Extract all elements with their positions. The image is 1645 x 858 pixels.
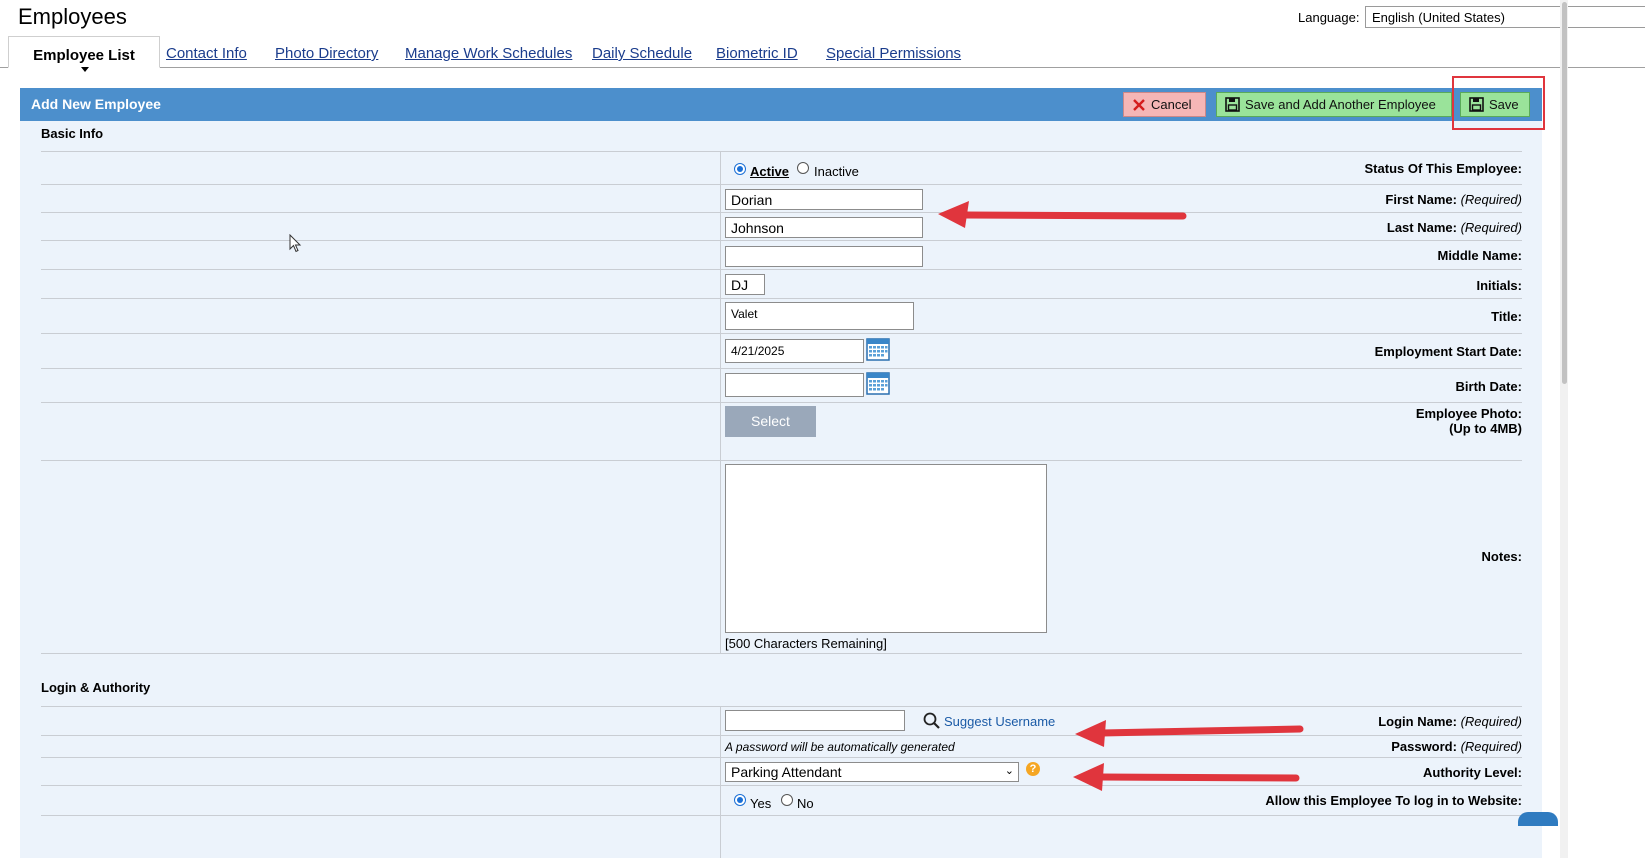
title-label: Title:: [1491, 309, 1522, 324]
calendar-icon[interactable]: [866, 337, 890, 361]
red-arrow-annotation: [1073, 763, 1300, 791]
middle-name-input[interactable]: [725, 246, 923, 267]
status-label: Status Of This Employee:: [1364, 161, 1522, 176]
tab-photo-directory[interactable]: Photo Directory: [275, 45, 378, 62]
login-name-input[interactable]: [725, 710, 905, 731]
authority-level-select[interactable]: Parking Attendant ⌄: [725, 762, 1019, 782]
birth-date-input[interactable]: [725, 373, 864, 397]
photo-label: Employee Photo:: [1415, 406, 1522, 421]
suggest-username-link[interactable]: Suggest Username: [944, 714, 1055, 729]
floppy-disk-icon: [1225, 97, 1240, 112]
first-name-input[interactable]: Dorian: [725, 189, 923, 210]
caret-down-icon: [81, 67, 89, 72]
language-label: Language:: [1298, 10, 1360, 25]
basic-info-title: Basic Info: [41, 126, 104, 141]
title-input[interactable]: Valet: [725, 302, 914, 330]
close-icon: [1133, 99, 1145, 111]
password-note: A password will be automatically generat…: [725, 740, 955, 754]
status-inactive-radio[interactable]: [797, 162, 809, 174]
help-icon[interactable]: ?: [1026, 762, 1040, 776]
status-inactive-label: Inactive: [814, 164, 859, 179]
tab-contact-info[interactable]: Contact Info: [166, 45, 247, 62]
magnifier-icon[interactable]: [923, 712, 941, 730]
initials-row: Initials:: [41, 270, 1522, 299]
page-title: Employees: [18, 4, 127, 29]
allow-login-no-label: No: [797, 796, 814, 811]
cancel-button[interactable]: Cancel: [1123, 92, 1206, 117]
chars-remaining: [500 Characters Remaining]: [725, 636, 887, 651]
status-active-radio[interactable]: [734, 163, 746, 175]
add-employee-panel: Add New Employee Cancel Save and Add Ano…: [20, 88, 1542, 858]
start-date-label: Employment Start Date:: [1374, 344, 1522, 359]
save-and-add-label: Save and Add Another Employee: [1245, 97, 1436, 112]
language-select[interactable]: English (United States) ▼: [1365, 6, 1645, 28]
save-and-add-another-button[interactable]: Save and Add Another Employee: [1216, 92, 1452, 117]
cancel-label: Cancel: [1151, 97, 1192, 112]
calendar-icon[interactable]: [866, 371, 890, 395]
middle-name-label: Middle Name:: [1437, 248, 1522, 263]
allow-login-no-radio[interactable]: [781, 794, 793, 806]
initials-input[interactable]: DJ: [725, 274, 765, 295]
tab-employee-list[interactable]: Employee List: [8, 36, 160, 72]
tab-bar: Employee List Contact Info Photo Directo…: [0, 36, 1645, 72]
allow-login-yes-label: Yes: [750, 796, 772, 811]
panel-title: Add New Employee: [31, 96, 161, 112]
chevron-down-icon: ⌄: [1004, 765, 1014, 777]
authority-level-value: Parking Attendant: [731, 764, 842, 780]
save-annotation-box: [1452, 76, 1545, 130]
last-name-input[interactable]: Johnson: [725, 217, 923, 238]
tab-biometric-id[interactable]: Biometric ID: [716, 45, 798, 62]
red-arrow-annotation: [938, 201, 1187, 228]
login-authority-title: Login & Authority: [41, 680, 151, 695]
chat-widget-edge[interactable]: [1518, 812, 1558, 826]
tab-special-permissions[interactable]: Special Permissions: [826, 45, 961, 62]
photo-size-label: (Up to 4MB): [1449, 421, 1522, 436]
scrollbar-thumb[interactable]: [1562, 2, 1567, 384]
mouse-cursor-icon: [289, 234, 302, 253]
birth-date-label: Birth Date:: [1455, 379, 1522, 394]
panel-header: Add New Employee Cancel Save and Add Ano…: [20, 88, 1542, 121]
tab-employee-list-label: Employee List: [33, 47, 135, 64]
select-photo-button[interactable]: Select: [725, 406, 816, 437]
status-active-label: Active: [750, 164, 790, 179]
tab-manage-work-schedules[interactable]: Manage Work Schedules: [405, 45, 572, 62]
tab-daily-schedule[interactable]: Daily Schedule: [592, 45, 692, 62]
initials-label: Initials:: [1476, 278, 1522, 293]
notes-textarea[interactable]: [725, 464, 1047, 633]
start-date-input[interactable]: 4/21/2025: [725, 339, 864, 363]
language-value: English (United States): [1372, 10, 1505, 25]
allow-login-yes-radio[interactable]: [734, 794, 746, 806]
allow-login-label: Allow this Employee To log in to Website…: [1265, 793, 1522, 808]
red-arrow-annotation: [1075, 720, 1304, 747]
